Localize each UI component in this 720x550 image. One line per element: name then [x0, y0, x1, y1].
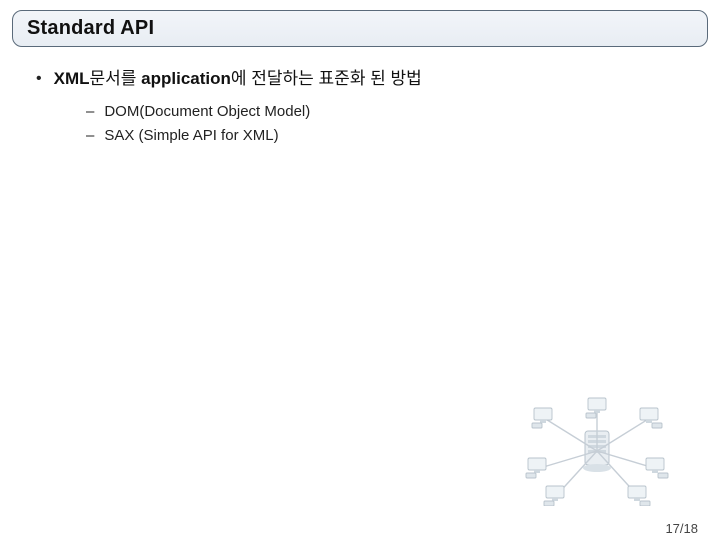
bold-application: application — [141, 69, 231, 88]
slide-title: Standard API — [27, 17, 693, 40]
main-bullet-text: XML문서를 application에 전달하는 표준화 된 방법 — [54, 67, 422, 91]
bold-xml: XML — [54, 69, 90, 88]
list-item: – DOM(Document Object Model) — [86, 101, 690, 123]
text-suffix: 에 전달하는 표준화 된 방법 — [231, 69, 422, 88]
page-number: 17/18 — [665, 521, 698, 536]
sub-bullet-list: – DOM(Document Object Model) – SAX (Simp… — [86, 101, 690, 147]
main-bullet: • XML문서를 application에 전달하는 표준화 된 방법 — [30, 67, 690, 91]
sub-item-1: SAX (Simple API for XML) — [104, 125, 278, 147]
bullet-icon: • — [36, 67, 42, 91]
slide-title-box: Standard API — [12, 10, 708, 47]
list-item: – SAX (Simple API for XML) — [86, 125, 690, 147]
dash-icon: – — [86, 101, 94, 123]
slide-content: • XML문서를 application에 전달하는 표준화 된 방법 – DO… — [0, 47, 720, 147]
network-illustration — [522, 396, 672, 506]
sub-item-0: DOM(Document Object Model) — [104, 101, 310, 123]
dash-icon: – — [86, 125, 94, 147]
text-mid1: 문서를 — [90, 69, 142, 88]
